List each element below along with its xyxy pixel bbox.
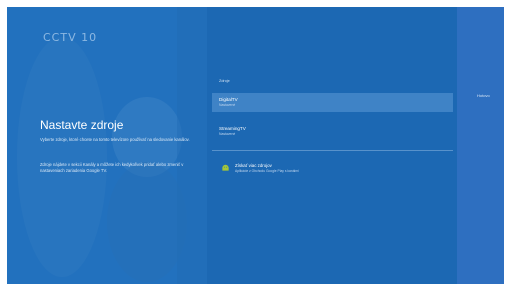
channel-logo: CCTV 10	[43, 31, 98, 44]
android-icon	[222, 164, 229, 171]
right-action-panel	[457, 7, 504, 284]
dim-overlay	[7, 7, 457, 284]
get-more-sources-button[interactable]: Získať viac zdrojov Aplikácie z Obchodu …	[212, 159, 453, 179]
get-more-sources-subtitle: Aplikácie z Obchodu Google Play s kanálm…	[235, 169, 299, 173]
sources-section-label: Zdroje	[219, 79, 230, 83]
page-title: Nastavte zdroje	[40, 118, 124, 132]
divider	[212, 150, 453, 151]
source-item-status: Nastavené	[219, 132, 236, 136]
source-item-digitaltv[interactable]: DigitalTV Nastavené	[212, 93, 453, 112]
get-more-sources-title: Získať viac zdrojov	[235, 163, 272, 168]
done-button[interactable]: Hotovo	[477, 93, 490, 98]
tv-screen: CCTV 10 Nastavte zdroje Vyberte zdroje, …	[7, 7, 504, 284]
description-secondary: Zdroje nájdete v sekcii Kanály a môžete …	[40, 162, 184, 174]
source-item-title: DigitalTV	[219, 97, 238, 102]
description-primary: Vyberte zdroje, ktoré chcete na tomto te…	[40, 137, 190, 142]
source-item-title: StreamingTV	[219, 126, 246, 131]
source-item-streamingtv[interactable]: StreamingTV Nastavené	[212, 122, 453, 141]
source-item-status: Nastavené	[219, 103, 236, 107]
